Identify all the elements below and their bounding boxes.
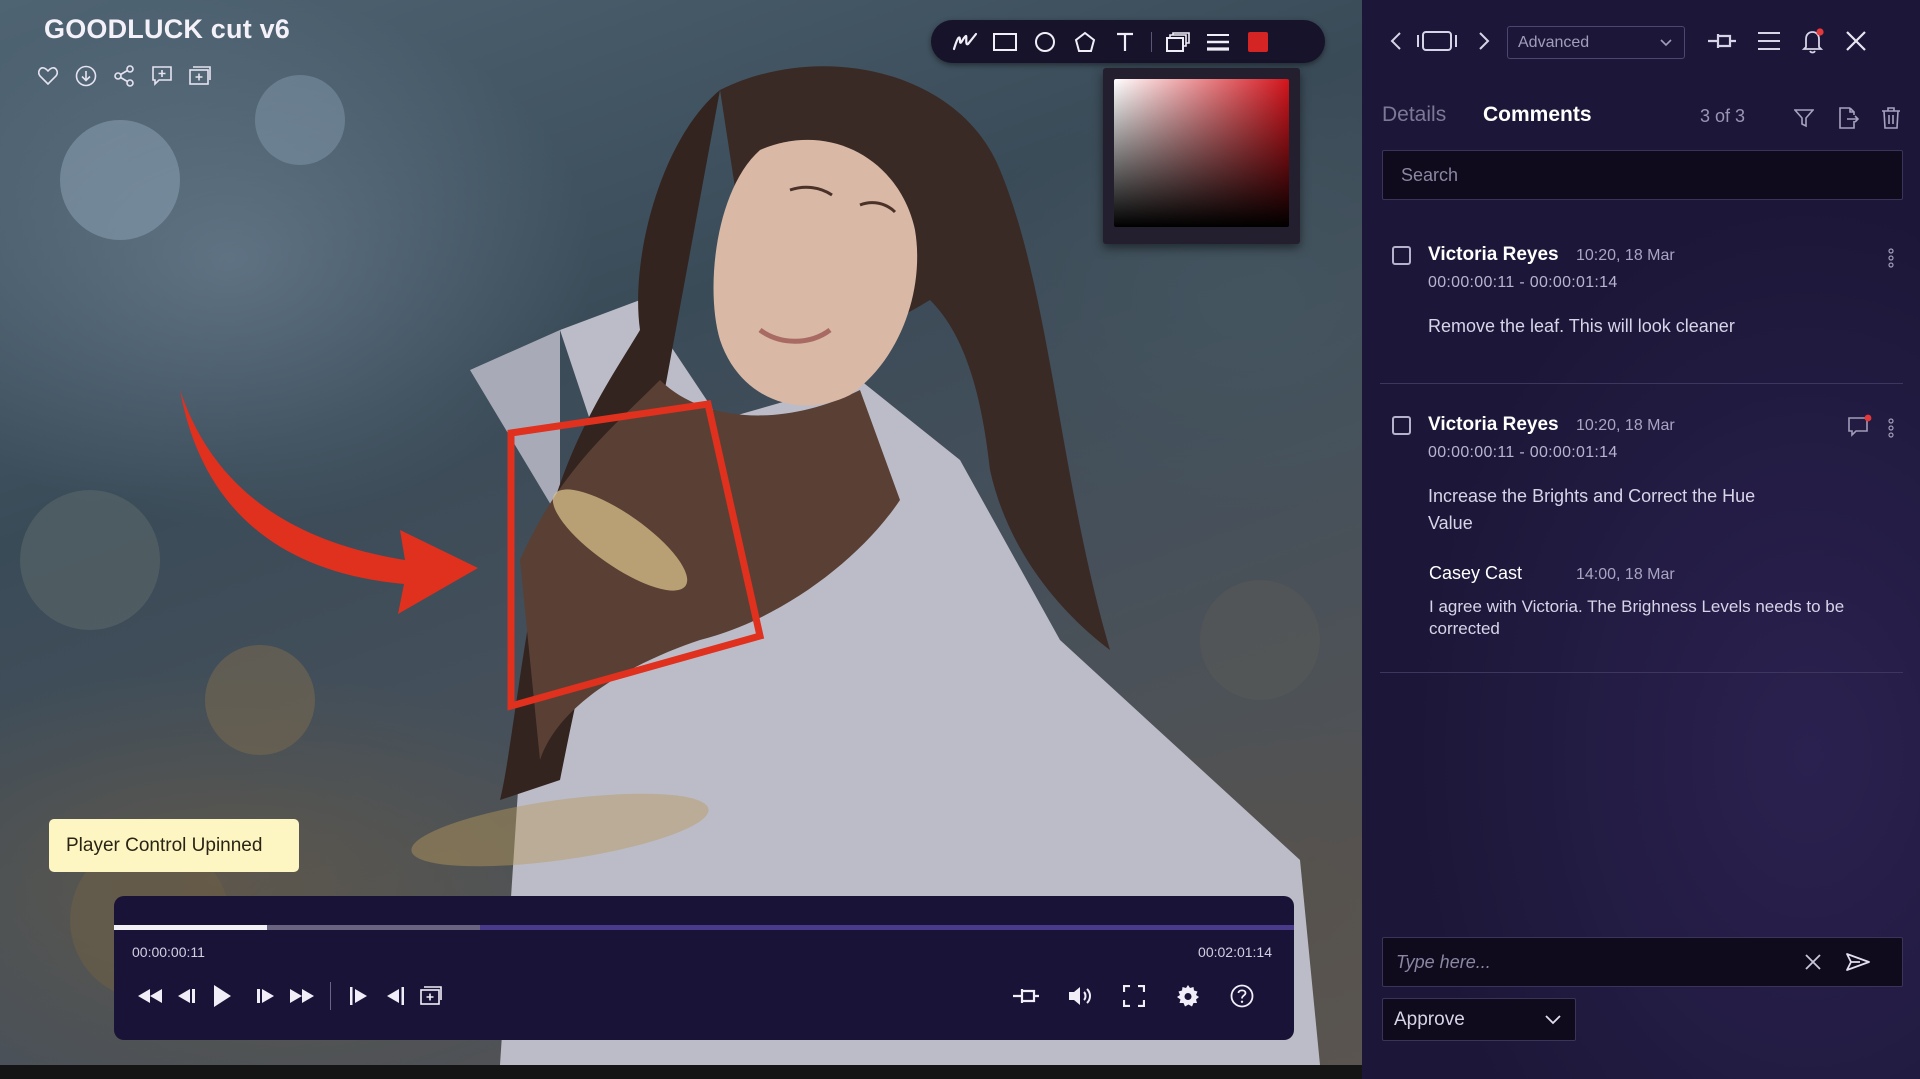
- line-weight-icon[interactable]: [1198, 20, 1238, 63]
- comment-checkbox[interactable]: [1392, 246, 1411, 265]
- clear-icon[interactable]: [1801, 950, 1825, 974]
- comment-author: Victoria Reyes: [1428, 414, 1559, 435]
- video-actions: [36, 64, 212, 88]
- more-options-icon[interactable]: [1883, 416, 1899, 440]
- tab-comments[interactable]: Comments: [1483, 103, 1592, 127]
- mark-in-icon[interactable]: [341, 978, 377, 1014]
- send-icon[interactable]: [1844, 949, 1872, 975]
- step-back-icon[interactable]: [168, 978, 204, 1014]
- player-settings: [1008, 978, 1260, 1014]
- video-title: GOODLUCK cut v6: [44, 14, 291, 44]
- face: [713, 139, 918, 406]
- comment-item: Victoria Reyes 10:20, 18 Mar 00:00:00:11…: [1382, 414, 1903, 654]
- pin-panel-icon[interactable]: [1703, 26, 1741, 56]
- help-icon[interactable]: [1224, 978, 1260, 1014]
- annotation-toolbar: [931, 20, 1325, 63]
- export-icon[interactable]: [1835, 105, 1861, 131]
- fast-forward-icon[interactable]: [284, 978, 320, 1014]
- total-time: 00:02:01:14: [1198, 944, 1272, 960]
- playback-controls: [132, 978, 449, 1014]
- comment-author: Victoria Reyes: [1428, 244, 1559, 265]
- timeline-progress: [114, 925, 268, 930]
- comment-item: Victoria Reyes 10:20, 18 Mar 00:00:00:11…: [1382, 244, 1903, 364]
- comment-divider: [1380, 383, 1903, 384]
- comment-text: Increase the Brights and Correct the Hue: [1428, 486, 1756, 506]
- fullscreen-icon[interactable]: [1116, 978, 1152, 1014]
- color-swatch[interactable]: [1238, 20, 1278, 63]
- tooltip-text: Player Control Upinned: [66, 834, 263, 856]
- panel-header: Advanced: [1362, 0, 1920, 84]
- active-color: [1248, 31, 1268, 52]
- comment-timecode[interactable]: 00:00:00:11 - 00:00:01:14: [1428, 444, 1618, 462]
- color-picker: [1103, 68, 1300, 244]
- share-icon[interactable]: [112, 64, 136, 88]
- play-icon[interactable]: [204, 978, 240, 1014]
- comment-compose: [1382, 937, 1903, 987]
- download-icon[interactable]: [74, 64, 98, 88]
- rectangle-icon[interactable]: [985, 20, 1025, 63]
- frame-view-icon[interactable]: [1412, 26, 1462, 56]
- pin-icon[interactable]: [1008, 978, 1044, 1014]
- add-comment-icon[interactable]: [150, 64, 174, 88]
- step-forward-icon[interactable]: [248, 978, 284, 1014]
- comment-text-cont: Value: [1428, 513, 1473, 533]
- arrow-annotation: [180, 390, 478, 614]
- comment-divider: [1380, 672, 1903, 673]
- more-options-icon[interactable]: [1883, 246, 1899, 270]
- circle-icon[interactable]: [1025, 20, 1065, 63]
- comment-timecode[interactable]: 00:00:00:11 - 00:00:01:14: [1428, 274, 1618, 292]
- mark-out-icon[interactable]: [377, 978, 413, 1014]
- comment-time: 10:20, 18 Mar: [1576, 247, 1675, 264]
- reply-time: 14:00, 18 Mar: [1576, 566, 1675, 583]
- notification-dot: [1816, 28, 1824, 36]
- filter-icon[interactable]: [1791, 105, 1817, 131]
- comment-input[interactable]: [1383, 938, 1783, 986]
- color-gradient-square[interactable]: [1114, 79, 1289, 227]
- volume-icon[interactable]: [1062, 978, 1098, 1014]
- controls-divider: [330, 982, 331, 1010]
- add-frame-icon[interactable]: [188, 64, 212, 88]
- toolbar-divider: [1151, 31, 1152, 52]
- chevron-down-icon: [1545, 1014, 1561, 1024]
- status-value: Approve: [1394, 1008, 1465, 1030]
- mode-dropdown[interactable]: Advanced: [1507, 26, 1685, 59]
- tab-details[interactable]: Details: [1382, 103, 1446, 127]
- menu-icon[interactable]: [1754, 26, 1784, 56]
- pen-icon[interactable]: [945, 20, 985, 63]
- settings-gear-icon[interactable]: [1170, 978, 1206, 1014]
- trash-icon[interactable]: [1878, 105, 1904, 131]
- chevron-left-icon[interactable]: [1381, 26, 1411, 56]
- search-input[interactable]: [1382, 150, 1903, 200]
- comment-time: 10:20, 18 Mar: [1576, 417, 1675, 434]
- timeline-scrubber[interactable]: [114, 925, 1294, 930]
- chevron-right-icon[interactable]: [1469, 26, 1499, 56]
- player-tooltip: Player Control Upinned: [49, 819, 299, 872]
- text-icon[interactable]: [1105, 20, 1145, 63]
- approval-status-dropdown[interactable]: Approve: [1382, 998, 1576, 1041]
- video-stage[interactable]: GOODLUCK cut v6 Player Control Upinned 0…: [0, 0, 1362, 1065]
- add-clip-icon[interactable]: [413, 978, 449, 1014]
- heart-icon[interactable]: [36, 64, 60, 88]
- layers-icon[interactable]: [1158, 20, 1198, 63]
- player-controls: 00:00:00:11 00:02:01:14: [114, 896, 1294, 1040]
- polygon-icon[interactable]: [1065, 20, 1105, 63]
- reply-author: Casey Cast: [1429, 563, 1523, 583]
- close-icon[interactable]: [1841, 26, 1871, 56]
- comment-checkbox[interactable]: [1392, 416, 1411, 435]
- bell-icon[interactable]: [1798, 26, 1828, 56]
- chevron-down-icon: [1660, 38, 1672, 46]
- comments-panel: Advanced Details Comments 3 of 3 Search …: [1362, 0, 1920, 1079]
- mode-value: Advanced: [1518, 33, 1590, 51]
- bottom-strip: [0, 1065, 1362, 1079]
- reply-text: I agree with Victoria. The Brighness Lev…: [1429, 597, 1845, 638]
- reply-icon[interactable]: [1847, 414, 1873, 440]
- comment-text: Remove the leaf. This will look cleaner: [1428, 316, 1735, 336]
- rewind-icon[interactable]: [132, 978, 168, 1014]
- comment-count: 3 of 3: [1700, 106, 1746, 126]
- current-time: 00:00:00:11: [132, 944, 205, 960]
- panel-tabs: Details Comments 3 of 3: [1382, 103, 1902, 133]
